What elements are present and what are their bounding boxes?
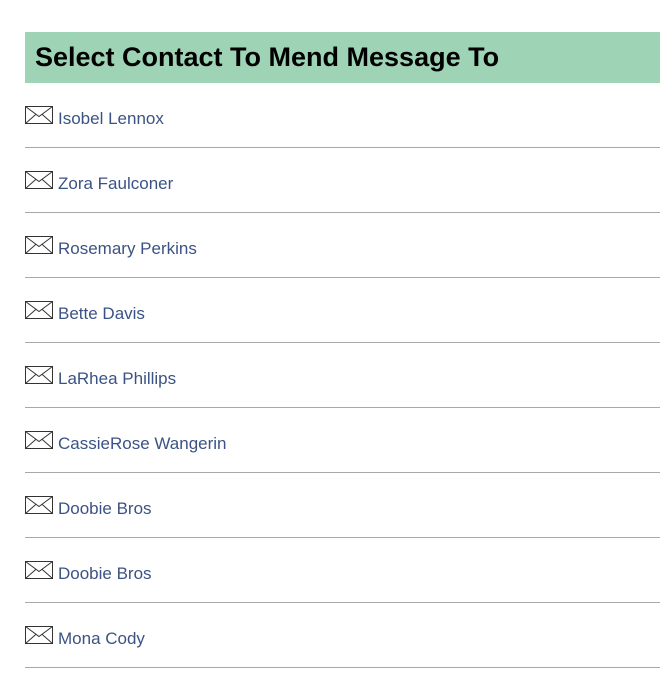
envelope-icon [25, 236, 53, 254]
contact-name-link[interactable]: CassieRose Wangerin [58, 434, 227, 454]
page-header: Select Contact To Mend Message To [25, 32, 660, 83]
contact-row[interactable]: Doobie Bros [25, 473, 660, 538]
envelope-icon [25, 301, 53, 319]
envelope-icon [25, 561, 53, 579]
contact-row[interactable]: CassieRose Wangerin [25, 408, 660, 473]
contact-name-link[interactable]: Bette Davis [58, 304, 145, 324]
envelope-icon [25, 366, 53, 384]
envelope-icon [25, 171, 53, 189]
contact-row[interactable]: Bette Davis [25, 278, 660, 343]
contact-row[interactable]: Isobel Lennox [25, 83, 660, 148]
contact-list: Isobel Lennox Zora Faulconer Rosemary Pe… [25, 83, 660, 668]
envelope-icon [25, 431, 53, 449]
contact-name-link[interactable]: Doobie Bros [58, 499, 152, 519]
contact-row[interactable]: Mona Cody [25, 603, 660, 668]
contact-row[interactable]: Rosemary Perkins [25, 213, 660, 278]
contact-name-link[interactable]: Rosemary Perkins [58, 239, 197, 259]
envelope-icon [25, 626, 53, 644]
contact-row[interactable]: Zora Faulconer [25, 148, 660, 213]
contact-name-link[interactable]: Mona Cody [58, 629, 145, 649]
contact-name-link[interactable]: Doobie Bros [58, 564, 152, 584]
page-title: Select Contact To Mend Message To [35, 42, 500, 72]
contact-row[interactable]: Doobie Bros [25, 538, 660, 603]
envelope-icon [25, 496, 53, 514]
envelope-icon [25, 106, 53, 124]
contact-name-link[interactable]: Isobel Lennox [58, 109, 164, 129]
contact-name-link[interactable]: Zora Faulconer [58, 174, 173, 194]
contact-name-link[interactable]: LaRhea Phillips [58, 369, 176, 389]
contact-row[interactable]: LaRhea Phillips [25, 343, 660, 408]
